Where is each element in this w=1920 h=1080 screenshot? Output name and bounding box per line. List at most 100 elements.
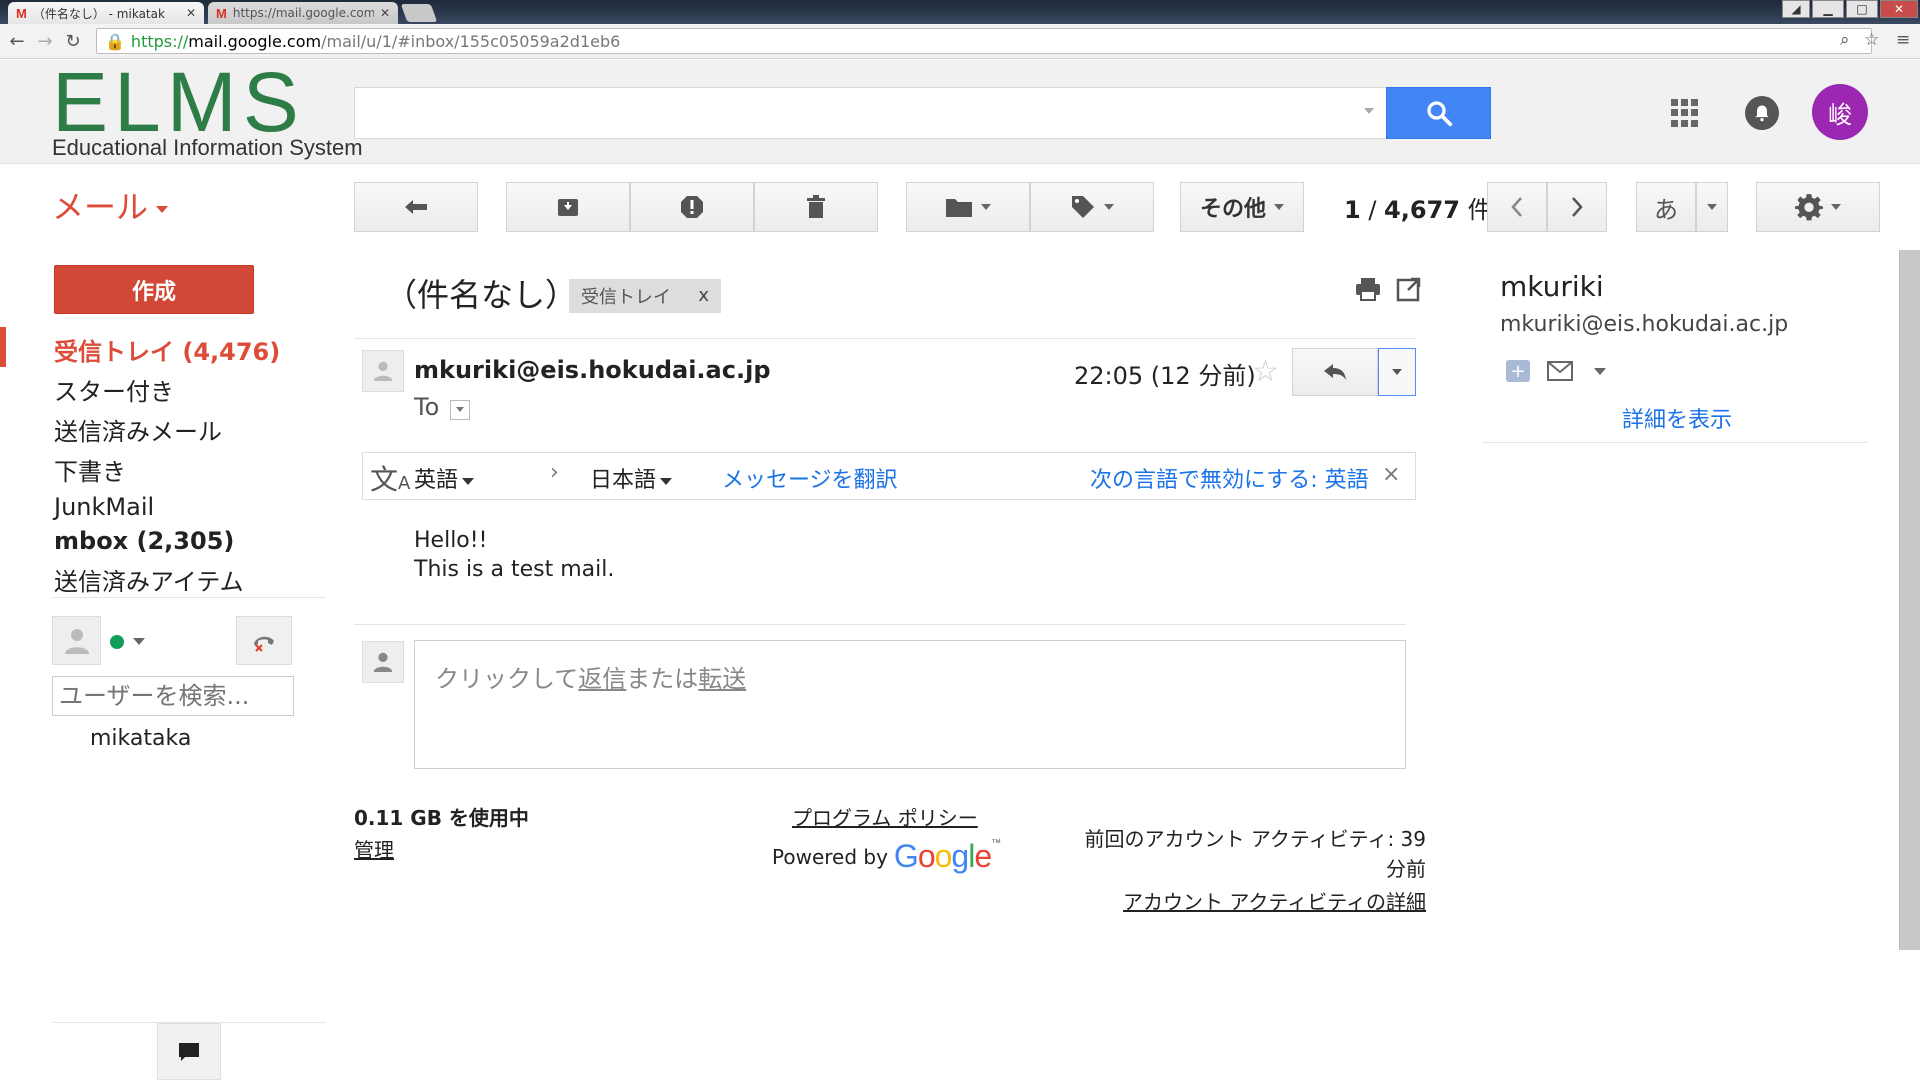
- reply-button[interactable]: [1292, 348, 1378, 396]
- sender-avatar[interactable]: [362, 350, 404, 392]
- bookmark-star-icon[interactable]: ☆: [1864, 30, 1879, 50]
- chat-toggle-button[interactable]: [157, 1023, 221, 1080]
- tab-title: （件名なし） - mikatak: [32, 6, 165, 21]
- close-icon[interactable]: ×: [1382, 462, 1400, 487]
- input-tools-dropdown[interactable]: [1696, 182, 1728, 232]
- browser-tab-active[interactable]: M （件名なし） - mikatak ✕: [8, 2, 204, 24]
- folder-icon: [946, 199, 972, 217]
- sidebar-item-sent-items[interactable]: 送信済みアイテム: [54, 562, 244, 597]
- reply-icon: [1324, 364, 1346, 380]
- pagination-count: 1 / 4,677 件: [1344, 190, 1492, 225]
- sender-address[interactable]: mkuriki@eis.hokudai.ac.jp: [414, 356, 771, 384]
- print-all-button[interactable]: [1354, 276, 1382, 306]
- message-header-divider: [354, 338, 1416, 339]
- apps-grid-icon[interactable]: [1671, 99, 1699, 127]
- more-actions-button[interactable]: その他: [1180, 182, 1304, 232]
- settings-button[interactable]: [1756, 182, 1880, 232]
- program-policy-link[interactable]: プログラム ポリシー: [792, 802, 978, 831]
- quick-reply-box[interactable]: クリックして返信または転送: [414, 640, 1406, 769]
- delete-button[interactable]: [754, 182, 878, 232]
- report-spam-button[interactable]: [630, 182, 754, 232]
- window-close-button[interactable]: ✕: [1880, 0, 1918, 18]
- back-arrow-icon[interactable]: ←: [6, 30, 28, 52]
- window-maximize-button[interactable]: □: [1846, 0, 1878, 18]
- labels-button[interactable]: [1030, 182, 1154, 232]
- phone-hangup-icon: [254, 636, 274, 652]
- window-minimize-button[interactable]: ▁: [1812, 0, 1844, 18]
- forward-arrow-icon[interactable]: →: [34, 30, 56, 52]
- mail-search-input[interactable]: [354, 87, 1387, 139]
- message-more-button[interactable]: [1378, 348, 1416, 396]
- mail-switcher[interactable]: メール: [52, 182, 169, 228]
- person-icon: [373, 652, 393, 672]
- send-mail-icon[interactable]: [1546, 360, 1574, 386]
- search-button[interactable]: [1386, 87, 1491, 139]
- page-range: 1: [1344, 196, 1361, 224]
- sidebar-item-drafts[interactable]: 下書き: [54, 452, 126, 487]
- search-options-chevron-down-icon[interactable]: [1364, 108, 1374, 114]
- chevron-right-icon: ›: [550, 460, 559, 485]
- source-language-label: 英語: [414, 468, 459, 493]
- tab-close-icon[interactable]: ✕: [380, 6, 390, 20]
- notifications-bell-icon[interactable]: [1745, 96, 1779, 130]
- translate-message-link[interactable]: メッセージを翻訳: [722, 462, 898, 494]
- google-logo: Google™: [893, 838, 1001, 874]
- url-path: /mail/u/1/#inbox/155c05059a2d1eb6: [321, 31, 621, 51]
- tab-close-icon[interactable]: ✕: [186, 6, 196, 20]
- activity-details-link[interactable]: アカウント アクティビティの詳細: [1060, 886, 1426, 915]
- account-avatar[interactable]: 峻: [1812, 84, 1868, 140]
- sidebar-divider: [52, 597, 326, 598]
- sidebar-item-sent[interactable]: 送信済みメール: [54, 412, 222, 447]
- manage-storage-link[interactable]: 管理: [354, 834, 394, 863]
- chat-profile-avatar[interactable]: [52, 616, 101, 665]
- archive-button[interactable]: [506, 182, 630, 232]
- move-to-button[interactable]: [906, 182, 1030, 232]
- selected-indicator: [0, 327, 6, 367]
- disable-translation-link[interactable]: 次の言語で無効にする: 英語: [1090, 462, 1369, 494]
- envelope-icon: [1547, 361, 1573, 381]
- reply-link[interactable]: 返信: [578, 665, 626, 693]
- open-new-window-button[interactable]: [1396, 276, 1422, 306]
- sidebar-item-starred[interactable]: スター付き: [54, 372, 174, 407]
- target-language-select[interactable]: 日本語: [590, 462, 673, 494]
- remove-label-button[interactable]: x: [698, 285, 709, 306]
- more-actions-label: その他: [1199, 197, 1266, 222]
- zoom-icon[interactable]: ⌕: [1840, 30, 1850, 50]
- chevron-down-icon: [1831, 204, 1841, 210]
- page-scrollbar[interactable]: [1899, 250, 1920, 950]
- start-chat-icon[interactable]: +: [1506, 360, 1530, 382]
- reply-prompt-prefix: クリックして: [435, 665, 579, 693]
- new-tab-button[interactable]: [400, 4, 438, 22]
- source-language-select[interactable]: 英語: [414, 462, 475, 494]
- status-chevron-down-icon[interactable]: [133, 638, 145, 645]
- input-tools-button[interactable]: あ: [1636, 182, 1696, 232]
- url-field[interactable]: 🔒 https://mail.google.com/mail/u/1/#inbo…: [96, 28, 1872, 54]
- chevron-left-icon: [1511, 197, 1522, 217]
- sidebar-item-inbox[interactable]: 受信トレイ (4,476): [54, 332, 280, 367]
- elms-logo-subtitle: Educational Information System: [52, 135, 363, 160]
- menu-icon[interactable]: ≡: [1896, 30, 1910, 50]
- browser-tab-inactive[interactable]: M https://mail.google.com ✕: [208, 2, 398, 24]
- older-button[interactable]: [1547, 182, 1607, 232]
- compose-button[interactable]: 作成: [54, 265, 254, 314]
- contact-more-chevron-down-icon[interactable]: [1594, 368, 1606, 375]
- person-icon: [64, 628, 89, 654]
- contact-panel-divider: [1482, 442, 1868, 443]
- reload-icon[interactable]: ↻: [62, 30, 84, 52]
- back-to-inbox-button[interactable]: [354, 182, 478, 232]
- show-details-link[interactable]: 詳細を表示: [1622, 402, 1732, 434]
- chat-contact[interactable]: mikataka: [90, 726, 191, 751]
- sidebar-item-junkmail[interactable]: JunkMail: [54, 493, 154, 521]
- star-icon[interactable]: ☆: [1252, 354, 1279, 389]
- sidebar-item-mbox[interactable]: mbox (2,305): [54, 527, 234, 555]
- hangouts-call-button[interactable]: [236, 616, 292, 665]
- body-line: Hello!!: [414, 528, 488, 553]
- back-arrow-icon: [405, 200, 427, 214]
- forward-link[interactable]: 転送: [698, 665, 746, 693]
- window-user-icon[interactable]: ◢: [1782, 0, 1810, 18]
- elms-logo[interactable]: ELMS: [52, 60, 305, 144]
- show-details-button[interactable]: [450, 400, 470, 420]
- chevron-down-icon: [1707, 204, 1717, 210]
- user-search-input[interactable]: [52, 676, 294, 716]
- newer-button[interactable]: [1487, 182, 1547, 232]
